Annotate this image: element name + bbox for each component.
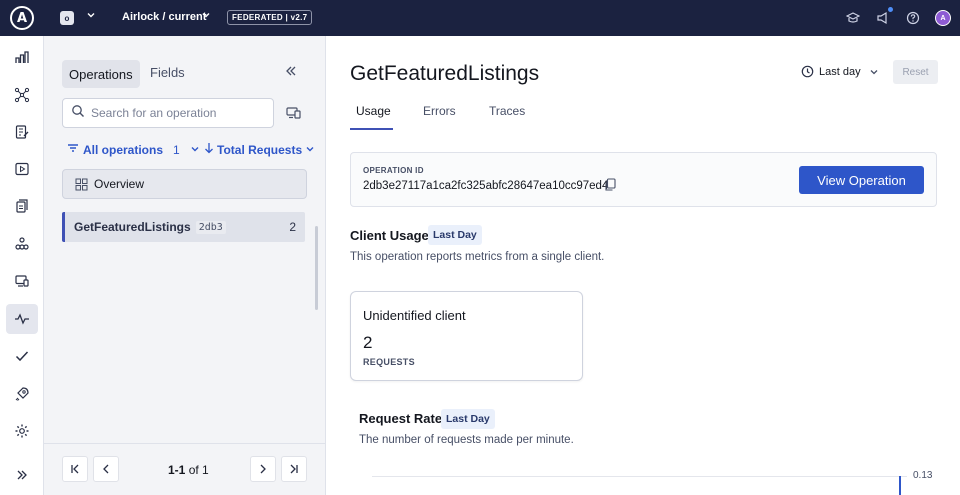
filter-label: All operations	[83, 142, 164, 157]
learn-icon[interactable]	[845, 10, 861, 26]
client-name: Unidentified client	[363, 308, 466, 323]
client-usage-card[interactable]: Unidentified client 2 REQUESTS	[350, 291, 583, 381]
notification-dot	[888, 7, 893, 12]
chart-y-tick: 0.13	[913, 470, 933, 481]
operation-id-value: 2db3e27117a1ca2fc325abfc28647ea10cc97ed4	[363, 180, 609, 192]
announcements-icon[interactable]	[875, 10, 891, 26]
explorer-icon[interactable]	[6, 154, 38, 184]
page-range: 1-1	[168, 463, 186, 477]
changelog-icon[interactable]	[6, 117, 38, 147]
overview-icon[interactable]	[6, 42, 38, 72]
grid-icon	[75, 178, 88, 191]
left-nav	[0, 36, 44, 495]
deploy-icon[interactable]	[6, 379, 38, 409]
operation-id-label: OPERATION ID	[363, 166, 424, 175]
help-icon[interactable]	[905, 10, 921, 26]
chevron-down-icon	[869, 67, 879, 77]
clients-icon[interactable]	[6, 229, 38, 259]
expand-icon[interactable]	[6, 460, 38, 490]
first-page-button[interactable]	[62, 456, 88, 482]
chart-gridline	[372, 476, 907, 477]
client-usage-description: This operation reports metrics from a si…	[350, 251, 605, 263]
schema-icon[interactable]	[6, 80, 38, 110]
settings-icon[interactable]	[6, 416, 38, 446]
overview-label: Overview	[94, 177, 145, 191]
main-content: GetFeaturedListings Last day Reset Usage…	[326, 36, 960, 495]
user-avatar[interactable]: A	[935, 10, 951, 26]
request-rate-range-tag: Last Day	[441, 409, 495, 429]
view-operation-button[interactable]: View Operation	[799, 166, 924, 194]
top-bar: A o Airlock / current FEDERATED | v2.7 A	[0, 0, 960, 36]
chart-data-spike	[899, 476, 901, 495]
client-usage-title: Client Usage	[350, 228, 429, 243]
client-filter-icon[interactable]	[286, 106, 302, 125]
operation-hash: 2db3	[195, 220, 226, 234]
filter-icon	[67, 142, 79, 157]
operations-panel: Operations Fields All operations 1 Total…	[44, 36, 326, 495]
page-title: GetFeaturedListings	[350, 62, 540, 85]
request-rate-description: The number of requests made per minute.	[359, 434, 574, 446]
sort-label: Total Requests	[217, 142, 303, 157]
tab-traces[interactable]: Traces	[489, 104, 525, 118]
reset-button[interactable]: Reset	[893, 60, 938, 84]
client-usage-range-tag: Last Day	[428, 225, 482, 245]
search-icon	[71, 104, 85, 123]
next-page-button[interactable]	[250, 456, 276, 482]
launches-icon[interactable]	[6, 266, 38, 296]
checks-icon[interactable]	[6, 341, 38, 371]
insights-icon[interactable]	[6, 304, 38, 334]
prev-page-button[interactable]	[93, 456, 119, 482]
copy-icon[interactable]	[604, 178, 617, 196]
clock-icon	[801, 65, 814, 78]
last-page-button[interactable]	[281, 456, 307, 482]
tab-errors[interactable]: Errors	[423, 104, 456, 118]
filter-count: 1	[173, 142, 180, 157]
chevron-down-icon[interactable]	[86, 10, 96, 23]
overview-button[interactable]: Overview	[62, 169, 307, 199]
pagination: 1-1 of 1	[44, 443, 325, 495]
tab-usage[interactable]: Usage	[356, 104, 391, 118]
tab-fields[interactable]: Fields	[150, 65, 185, 80]
graph-variant-selector[interactable]: Airlock / current	[122, 11, 206, 23]
arrow-down-icon	[204, 142, 214, 157]
time-range-selector[interactable]: Last day	[801, 65, 879, 78]
page-total: of 1	[188, 463, 209, 477]
chevron-down-icon	[190, 143, 200, 157]
operation-name: GetFeaturedListings	[74, 220, 191, 234]
operation-id-card: OPERATION ID 2db3e27117a1ca2fc325abfc286…	[350, 152, 937, 207]
logo-icon: A	[10, 6, 34, 30]
org-badge[interactable]: o	[60, 11, 74, 25]
operation-list-item[interactable]: GetFeaturedListings 2db3 2	[62, 212, 305, 242]
operation-request-count: 2	[289, 220, 296, 234]
time-range-label: Last day	[819, 65, 861, 78]
apollo-logo[interactable]: A	[0, 0, 44, 36]
request-rate-title: Request Rate	[359, 411, 443, 426]
operations-filter[interactable]: All operations 1	[67, 142, 200, 157]
client-request-count: 2	[363, 333, 373, 352]
active-tab-indicator	[350, 128, 393, 130]
federation-badge: FEDERATED | v2.7	[227, 10, 313, 25]
search-box	[62, 98, 274, 128]
page-indicator: 1-1 of 1	[168, 463, 209, 477]
subgraphs-icon[interactable]	[6, 191, 38, 221]
chevron-down-icon	[305, 143, 315, 157]
collapse-panel-icon[interactable]	[284, 64, 298, 81]
client-request-label: REQUESTS	[363, 357, 415, 367]
tab-operations[interactable]: Operations	[62, 60, 140, 88]
sort-selector[interactable]: Total Requests	[204, 142, 315, 157]
chevron-down-icon[interactable]	[201, 10, 211, 23]
search-input[interactable]	[91, 106, 261, 120]
scrollbar[interactable]	[315, 226, 318, 310]
